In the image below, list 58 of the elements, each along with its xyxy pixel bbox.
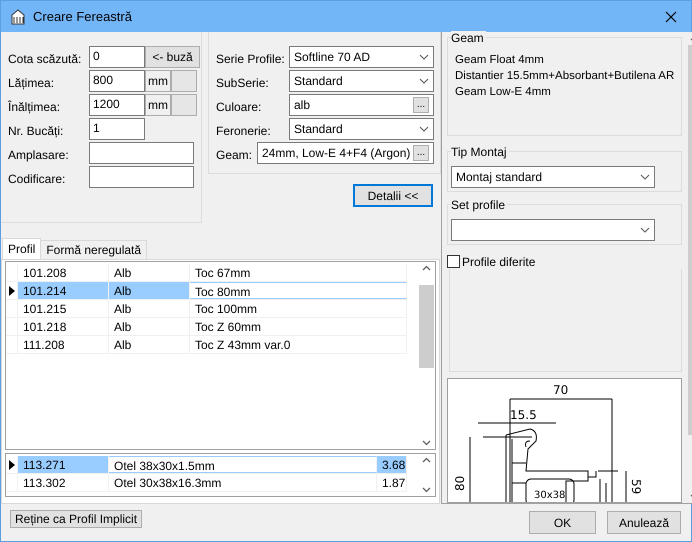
dialog-button[interactable]: Anulează [607, 511, 681, 534]
glass-layer-text: Geam Low-E 4mm [454, 85, 552, 100]
checkbox-label: Profile diferite [462, 254, 536, 269]
table-cell: 101.214 [18, 282, 109, 299]
table-row[interactable]: 111.208 Alb Toc Z 43mm var.0 [6, 336, 407, 354]
input-field[interactable]: 24mm, Low-E 4+F4 (Argon) ... [257, 142, 434, 164]
glass-layer-text: Distantier 15.5mm+Absorbant+Butilena AR [454, 69, 676, 84]
field-label: Serie Profile: [216, 51, 286, 66]
table-cell: Otel 38x30x1.5mm [109, 456, 377, 473]
input-field[interactable]: alb ... [289, 94, 434, 116]
unit-label: mm [145, 70, 171, 92]
table-cell: 3.68 [377, 456, 407, 473]
input-field[interactable]: 0 [89, 46, 145, 68]
table-cell: Alb [109, 282, 190, 299]
group-title: Geam [451, 31, 486, 45]
browse-button[interactable]: ... [413, 97, 429, 113]
field-label: Lățimea: [8, 75, 56, 90]
input-field[interactable]: 800 [89, 70, 145, 92]
tab[interactable]: Formă neregulată [40, 240, 148, 259]
field-label: Amplasare: [8, 147, 70, 162]
dimension-label: 70 [553, 383, 568, 398]
dropdown[interactable]: Standard [289, 70, 434, 92]
lip-button[interactable]: <- buză [145, 46, 200, 68]
window-title: Creare Fereastră [33, 9, 133, 24]
save-default-button[interactable]: Reține ca Profil Implicit [10, 510, 142, 528]
dimension-label: 59 [629, 479, 643, 494]
dimension-label: 30x38 [534, 490, 566, 502]
table-row[interactable]: 113.271 Otel 38x30x1.5mm 3.68 [6, 456, 407, 474]
group-title: Tip Montaj [451, 144, 509, 159]
table-row[interactable]: 113.302 Otel 30x38x16.3mm 1.87 [6, 474, 407, 492]
dimension-label: 15.5 [510, 408, 537, 422]
table-row[interactable]: 101.215 Alb Toc 100mm [6, 300, 407, 318]
field-label: Geam: [216, 147, 254, 162]
details-button[interactable]: Detalii << [353, 184, 433, 207]
browse-button[interactable]: ... [413, 145, 429, 161]
field-label: Cota scăzută: [8, 51, 82, 66]
field-label: Înălțimea: [8, 99, 62, 114]
table-cell: Toc 80mm [190, 282, 407, 299]
field-label: Nr. Bucăți: [8, 123, 64, 138]
table-row[interactable]: 101.218 Alb Toc Z 60mm [6, 318, 407, 336]
glass-layer-text: Geam Float 4mm [454, 53, 545, 68]
dropdown[interactable]: Softline 70 AD [289, 46, 434, 68]
input-field[interactable]: 1200 [89, 94, 145, 116]
field-label: Culoare: [216, 99, 262, 114]
dropdown[interactable]: Standard [289, 118, 434, 140]
field-label: Feronerie: [216, 123, 272, 138]
table-cell: 113.271 [18, 456, 109, 473]
group-title: Set profile [451, 198, 508, 212]
field-label: SubSerie: [216, 75, 270, 90]
table-row[interactable]: 101.208 Alb Toc 67mm [6, 264, 407, 282]
tab[interactable]: Profil [2, 238, 42, 259]
dimension-label: 80 [453, 476, 467, 492]
input-field[interactable]: 1 [89, 118, 145, 140]
table-row[interactable]: 101.214 Alb Toc 80mm [6, 282, 407, 300]
dialog-button[interactable]: OK [529, 511, 596, 534]
unit-label: mm [145, 94, 171, 116]
field-label: Codificare: [8, 171, 66, 186]
dropdown[interactable]: Montaj standard [451, 166, 655, 188]
